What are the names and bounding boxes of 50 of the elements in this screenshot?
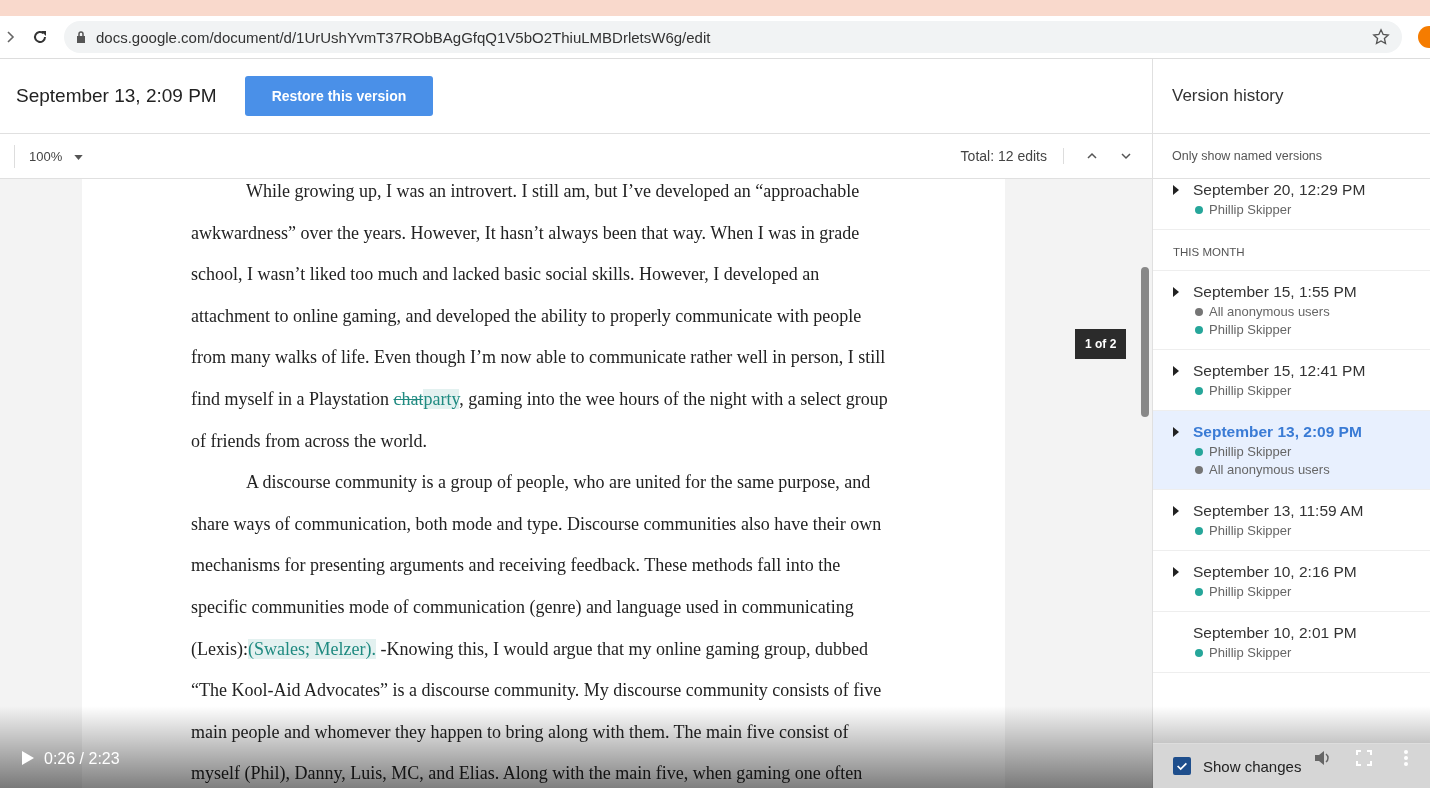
total-edits-label: Total: 12 edits (960, 148, 1064, 164)
expand-triangle-icon[interactable] (1173, 427, 1179, 437)
address-bar[interactable]: docs.google.com/document/d/1UrUshYvmT37RObBAgGfqQ1V5bO2ThiuLMBDrletsW6g/edit (64, 21, 1402, 53)
version-date: September 15, 1:55 PM (1193, 283, 1357, 301)
user-name: Phillip Skipper (1209, 202, 1292, 217)
video-time: 0:26 / 2:23 (44, 750, 120, 768)
expand-triangle-icon[interactable] (1173, 506, 1179, 516)
version-item[interactable]: September 13, 2:09 PM Phillip Skipper All anonymous users (1153, 411, 1430, 490)
expand-triangle-icon[interactable] (1173, 567, 1179, 577)
expand-triangle-icon[interactable] (1173, 185, 1179, 195)
user-name: Phillip Skipper (1209, 383, 1292, 398)
version-date: September 13, 11:59 AM (1193, 502, 1364, 520)
user-name: Phillip Skipper (1209, 645, 1292, 660)
scrollbar-thumb[interactable] (1141, 267, 1149, 417)
version-date: September 10, 2:16 PM (1193, 563, 1357, 581)
version-item[interactable]: September 10, 2:01 PM Phillip Skipper (1153, 612, 1430, 673)
version-title: September 13, 2:09 PM (16, 85, 217, 107)
change-counter-tooltip: 1 of 2 (1075, 329, 1127, 359)
version-item[interactable]: September 10, 2:16 PM Phillip Skipper (1153, 551, 1430, 612)
user-name: Phillip Skipper (1209, 523, 1292, 538)
lock-icon (76, 31, 86, 43)
document-paragraph: While growing up, I was an introvert. I still am, but I’ve developed an “approachable awkwardness” over the years. However, It hasn’t always been that way. When I was in grade school, I wasn’t liked too much and lacked basic social skills. However, I developed an attachment to online gaming, and developed the ability to properly communicate with people from many walks of life. Even though I’m now able to communicate rather well in person, I still find myself in a Playstation chatparty, gaming into the wee hours of the night with a select group of friends from across the world. (191, 180, 889, 453)
expand-triangle-icon[interactable] (1173, 366, 1179, 376)
show-changes-checkbox[interactable] (1173, 757, 1191, 775)
section-heading: THIS MONTH (1173, 246, 1245, 258)
zoom-dropdown[interactable]: 100% (14, 144, 97, 168)
reload-icon[interactable] (32, 29, 48, 45)
previous-edit-icon[interactable] (1086, 152, 1098, 160)
document-paragraph: A discourse community is a group of people, who are united for the same purpose, and share ways of communication, both mode and type. Discourse communities also have their own mechanisms for presenting arguments and receiving feedback. These methods fall into the specific communities mode of communication (genre) and language used in communicating (Lexis):(Swales; Melzer). -Knowing this, I would argue that my online gaming group, dubbed “The Kool-Aid Advocates” is a discourse community. My discourse community consists of five main people and whomever they happen to bring along with them. The main five consist of myself (Phil), Danny, Luis, MC, and Elias. Along with the main five, when gaming one often (191, 471, 883, 786)
dropdown-caret-icon (73, 154, 83, 160)
user-name: Phillip Skipper (1209, 322, 1292, 337)
play-icon[interactable] (22, 751, 34, 765)
user-name: Phillip Skipper (1209, 444, 1292, 459)
user-name: All anonymous users (1209, 304, 1330, 319)
next-edit-icon[interactable] (1120, 152, 1132, 160)
version-date: September 20, 12:29 PM (1193, 181, 1366, 199)
version-date: September 13, 2:09 PM (1193, 423, 1362, 441)
version-item[interactable]: September 13, 11:59 AM Phillip Skipper (1153, 490, 1430, 551)
panel-title: Version history (1172, 86, 1284, 106)
version-item[interactable]: September 20, 12:29 PM Phillip Skipper (1153, 179, 1430, 230)
user-name: Phillip Skipper (1209, 584, 1292, 599)
star-icon[interactable] (1372, 28, 1390, 46)
version-item[interactable]: September 15, 1:55 PM All anonymous users Phillip Skipper (1153, 271, 1430, 350)
volume-icon[interactable] (1312, 748, 1332, 768)
version-date: September 10, 2:01 PM (1193, 624, 1357, 642)
show-changes-label: Show changes (1203, 757, 1302, 775)
expand-triangle-icon[interactable] (1173, 287, 1179, 297)
user-name: All anonymous users (1209, 462, 1330, 477)
version-date: September 15, 12:41 PM (1193, 362, 1366, 380)
named-versions-filter[interactable]: Only show named versions (1172, 149, 1323, 163)
